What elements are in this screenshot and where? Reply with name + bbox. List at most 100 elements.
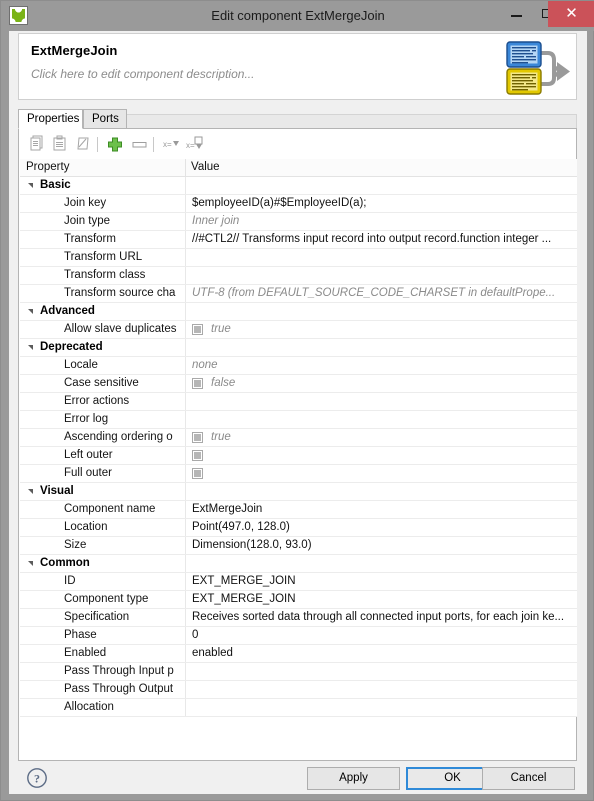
collapse-all-icon[interactable]: x= bbox=[161, 135, 181, 154]
dialog-footer: ? Apply OK Cancel bbox=[9, 762, 587, 794]
property-row[interactable]: Pass Through Input p bbox=[20, 663, 577, 681]
property-row[interactable]: Locale none bbox=[20, 357, 577, 375]
cell-divider bbox=[185, 339, 186, 356]
property-row[interactable]: Join type Inner join bbox=[20, 213, 577, 231]
property-row[interactable]: Case sensitive false bbox=[20, 375, 577, 393]
property-row[interactable]: Enabled enabled bbox=[20, 645, 577, 663]
expand-all-icon[interactable]: x= bbox=[184, 135, 204, 154]
column-header-property[interactable]: Property bbox=[26, 159, 69, 176]
svg-text:?: ? bbox=[34, 772, 40, 786]
property-row[interactable]: Component name ExtMergeJoin bbox=[20, 501, 577, 519]
table-header-row: Property Value bbox=[20, 159, 577, 177]
property-value[interactable]: ExtMergeJoin bbox=[192, 501, 575, 518]
property-value[interactable]: 0 bbox=[192, 627, 575, 644]
edit-icon[interactable] bbox=[73, 135, 93, 154]
property-group-row[interactable]: Common bbox=[20, 555, 577, 573]
property-value[interactable] bbox=[192, 663, 575, 680]
cancel-button[interactable]: Cancel bbox=[482, 767, 575, 790]
property-value[interactable] bbox=[192, 483, 575, 500]
property-value[interactable] bbox=[192, 249, 575, 266]
cell-divider bbox=[185, 231, 186, 248]
property-group-row[interactable]: Basic bbox=[20, 177, 577, 195]
property-checkbox[interactable] bbox=[192, 324, 203, 335]
cell-divider bbox=[185, 681, 186, 698]
property-name: Pass Through Output bbox=[64, 683, 174, 695]
paste-icon[interactable] bbox=[50, 135, 70, 154]
property-row[interactable]: Error actions bbox=[20, 393, 577, 411]
property-value[interactable] bbox=[192, 339, 575, 356]
property-value[interactable] bbox=[211, 465, 575, 482]
property-name: Phase bbox=[64, 629, 97, 641]
property-row[interactable]: Specification Receives sorted data throug… bbox=[20, 609, 577, 627]
property-group-row[interactable]: Visual bbox=[20, 483, 577, 501]
close-button[interactable]: ✕ bbox=[548, 1, 594, 27]
property-row[interactable]: Full outer bbox=[20, 465, 577, 483]
property-value[interactable] bbox=[192, 699, 575, 716]
property-group-row[interactable]: Deprecated bbox=[20, 339, 577, 357]
property-value[interactable]: Inner join bbox=[192, 213, 575, 230]
property-row[interactable]: Ascending ordering o true bbox=[20, 429, 577, 447]
property-row[interactable]: Phase 0 bbox=[20, 627, 577, 645]
property-value[interactable]: none bbox=[192, 357, 575, 374]
property-checkbox[interactable] bbox=[192, 450, 203, 461]
property-value[interactable]: Point(497.0, 128.0) bbox=[192, 519, 575, 536]
help-question-icon[interactable]: ? bbox=[26, 767, 48, 789]
property-checkbox[interactable] bbox=[192, 378, 203, 389]
column-divider[interactable] bbox=[185, 159, 186, 176]
property-value[interactable]: false bbox=[211, 375, 575, 392]
property-row[interactable]: Pass Through Output bbox=[20, 681, 577, 699]
cell-divider bbox=[185, 285, 186, 302]
property-row[interactable]: Transform source cha UTF-8 (from DEFAULT_… bbox=[20, 285, 577, 303]
property-value[interactable] bbox=[211, 447, 575, 464]
minimize-button[interactable] bbox=[501, 1, 532, 27]
cell-divider bbox=[185, 519, 186, 536]
cell-divider bbox=[185, 249, 186, 266]
remove-icon[interactable] bbox=[129, 135, 149, 154]
apply-button[interactable]: Apply bbox=[307, 767, 400, 790]
property-value[interactable] bbox=[192, 267, 575, 284]
property-row[interactable]: Transform class bbox=[20, 267, 577, 285]
property-row[interactable]: Transform //#CTL2// Transforms input reco… bbox=[20, 231, 577, 249]
property-row[interactable]: Location Point(497.0, 128.0) bbox=[20, 519, 577, 537]
property-value[interactable]: true bbox=[211, 429, 575, 446]
property-value[interactable] bbox=[192, 555, 575, 572]
property-row[interactable]: Left outer bbox=[20, 447, 577, 465]
component-description-link[interactable]: Click here to edit component description… bbox=[31, 67, 254, 81]
property-row[interactable]: ID EXT_MERGE_JOIN bbox=[20, 573, 577, 591]
property-value[interactable] bbox=[192, 411, 575, 428]
property-value[interactable] bbox=[192, 303, 575, 320]
copy-icon[interactable] bbox=[27, 135, 47, 154]
property-checkbox[interactable] bbox=[192, 432, 203, 443]
tab-properties[interactable]: Properties bbox=[18, 109, 83, 129]
cell-divider bbox=[185, 627, 186, 644]
property-name: Component type bbox=[64, 593, 149, 605]
component-header: ExtMergeJoin Click here to edit componen… bbox=[18, 33, 577, 100]
property-value[interactable]: EXT_MERGE_JOIN bbox=[192, 591, 575, 608]
property-row[interactable]: Allow slave duplicates true bbox=[20, 321, 577, 339]
property-row[interactable]: Error log bbox=[20, 411, 577, 429]
svg-text:x=: x= bbox=[163, 140, 172, 149]
property-value[interactable]: true bbox=[211, 321, 575, 338]
property-name: Deprecated bbox=[40, 341, 103, 353]
property-value[interactable]: Dimension(128.0, 93.0) bbox=[192, 537, 575, 554]
property-group-row[interactable]: Advanced bbox=[20, 303, 577, 321]
property-value[interactable]: EXT_MERGE_JOIN bbox=[192, 573, 575, 590]
property-checkbox[interactable] bbox=[192, 468, 203, 479]
property-value[interactable]: Receives sorted data through all connect… bbox=[192, 609, 575, 626]
property-row[interactable]: Transform URL bbox=[20, 249, 577, 267]
property-value[interactable]: enabled bbox=[192, 645, 575, 662]
tab-ports[interactable]: Ports bbox=[83, 109, 127, 129]
property-value[interactable]: //#CTL2// Transforms input record into o… bbox=[192, 231, 575, 248]
property-row[interactable]: Join key $employeeID(a)#$EmployeeID(a); bbox=[20, 195, 577, 213]
toolbar-separator-2 bbox=[153, 137, 154, 152]
property-value[interactable]: UTF-8 (from DEFAULT_SOURCE_CODE_CHARSET … bbox=[192, 285, 575, 302]
property-value[interactable] bbox=[192, 177, 575, 194]
property-row[interactable]: Allocation bbox=[20, 699, 577, 717]
property-value[interactable] bbox=[192, 393, 575, 410]
add-icon[interactable] bbox=[105, 135, 125, 154]
property-row[interactable]: Component type EXT_MERGE_JOIN bbox=[20, 591, 577, 609]
property-value[interactable] bbox=[192, 681, 575, 698]
column-header-value[interactable]: Value bbox=[191, 159, 220, 176]
property-row[interactable]: Size Dimension(128.0, 93.0) bbox=[20, 537, 577, 555]
property-value[interactable]: $employeeID(a)#$EmployeeID(a); bbox=[192, 195, 575, 212]
